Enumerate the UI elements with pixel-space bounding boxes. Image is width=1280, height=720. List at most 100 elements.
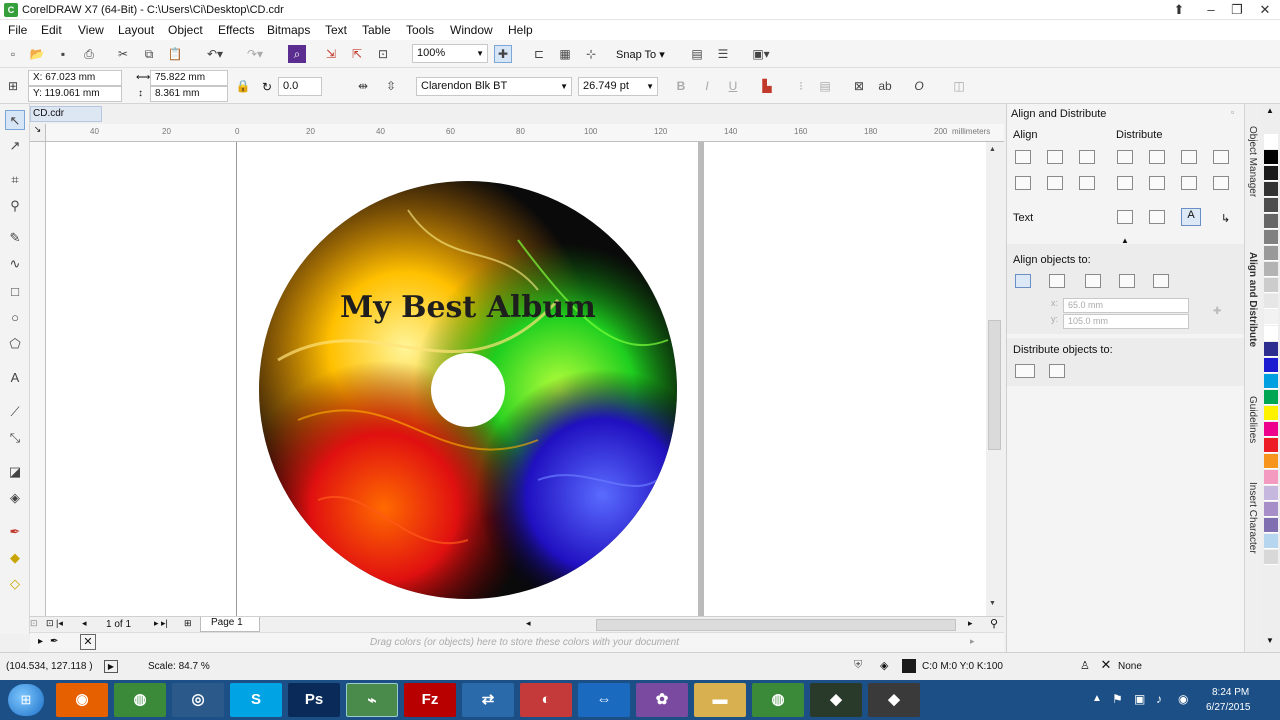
page-first-icon[interactable]: ⊡ |◂ xyxy=(46,618,63,629)
photoshop-icon[interactable]: Ps xyxy=(288,683,340,717)
firefox-icon[interactable]: ◉ xyxy=(56,683,108,717)
tray-network-icon[interactable]: ◉ xyxy=(1178,692,1188,706)
palette-swatch[interactable] xyxy=(1264,150,1278,165)
rotation-field[interactable]: 0.0 xyxy=(278,77,322,96)
color-proof-icon[interactable]: ⛨ xyxy=(854,659,862,672)
distribute-center-icon[interactable] xyxy=(1149,150,1165,164)
menu-table[interactable]: Table xyxy=(362,23,391,37)
chrome-icon[interactable]: ◍ xyxy=(114,683,166,717)
document-tab[interactable]: CD.cdr xyxy=(30,106,102,122)
align-y-field[interactable]: 105.0 mm xyxy=(1063,314,1189,329)
font-list-select[interactable]: Clarendon Blk BT ▼ xyxy=(416,77,572,96)
width-field[interactable]: 75.822 mm xyxy=(150,70,228,86)
italic-icon[interactable]: I xyxy=(698,77,716,95)
tray-flag-icon[interactable]: ⚑ xyxy=(1112,692,1123,706)
palette-swatch[interactable] xyxy=(1264,470,1278,485)
text-tool-icon[interactable]: A xyxy=(5,368,25,388)
menu-window[interactable]: Window xyxy=(450,23,493,37)
drawing-canvas[interactable]: My Best Album xyxy=(46,142,986,616)
align-left-icon[interactable] xyxy=(1015,150,1031,164)
tab-object-manager[interactable]: Object Manager xyxy=(1247,126,1258,197)
full-screen-preview-icon[interactable]: ✚ xyxy=(494,45,512,63)
menu-object[interactable]: Object xyxy=(168,23,203,37)
palette-swatch[interactable] xyxy=(1264,406,1278,421)
rectangle-tool-icon[interactable]: □ xyxy=(5,282,25,302)
welcome-screen-icon[interactable]: ▤ xyxy=(688,45,706,63)
distribute-top-icon[interactable] xyxy=(1117,176,1133,190)
object-origin-icon[interactable]: ⊞ xyxy=(4,77,22,95)
parallel-dimension-icon[interactable]: ⟋ xyxy=(5,402,25,422)
explorer-icon[interactable]: ▬ xyxy=(694,683,746,717)
ccleaner-icon[interactable]: ◐ xyxy=(520,683,572,717)
palette-scroll-icon[interactable]: ▸ xyxy=(970,636,975,647)
snap-to-dropdown[interactable]: Snap To ▾ xyxy=(616,48,665,61)
network-icon[interactable]: ⇄ xyxy=(462,683,514,717)
paint-icon[interactable]: ✿ xyxy=(636,683,688,717)
interactive-fill-icon[interactable]: ◆ xyxy=(5,548,25,568)
font-size-select[interactable]: 26.749 pt ▼ xyxy=(578,77,658,96)
outline-pen-icon[interactable]: ♙ xyxy=(1080,659,1090,672)
connector-tool-icon[interactable]: ⤡ xyxy=(5,428,25,448)
show-guidelines-icon[interactable]: ⊹ xyxy=(582,45,600,63)
text-properties-icon[interactable]: ⊠ xyxy=(850,77,868,95)
tray-expand-icon[interactable]: ▲ xyxy=(1092,693,1102,704)
redo-icon[interactable]: ↷▾ xyxy=(240,45,270,63)
vertical-scroll-thumb[interactable] xyxy=(988,320,1001,450)
application-launcher-icon[interactable]: ▣▾ xyxy=(746,45,776,63)
align-center-h-icon[interactable] xyxy=(1047,150,1063,164)
bullet-list-icon[interactable]: ⁝ xyxy=(792,77,810,95)
distribute-right-icon[interactable] xyxy=(1213,150,1229,164)
maximize-button[interactable]: ❐ xyxy=(1224,1,1250,19)
align-center-v-icon[interactable] xyxy=(1047,176,1063,190)
distribute-spacing-h-icon[interactable] xyxy=(1181,150,1197,164)
tray-volume-icon[interactable]: ♪ xyxy=(1156,692,1162,706)
palette-up-icon[interactable]: ▲ xyxy=(1266,106,1274,115)
distribute-left-icon[interactable] xyxy=(1117,150,1133,164)
palette-swatch[interactable] xyxy=(1264,358,1278,373)
extent-of-page-icon[interactable] xyxy=(1049,364,1065,378)
paste-icon[interactable]: 📋 xyxy=(166,45,184,63)
status-play-icon[interactable]: ▶ xyxy=(104,660,118,673)
underline-icon[interactable]: U xyxy=(724,77,742,95)
menu-edit[interactable]: Edit xyxy=(41,23,62,37)
page-prev-icon[interactable]: ◂ xyxy=(82,618,87,629)
menu-tools[interactable]: Tools xyxy=(406,23,434,37)
distribute-middle-icon[interactable] xyxy=(1149,176,1165,190)
vertical-ruler[interactable] xyxy=(30,142,46,616)
import-icon[interactable]: ⇲ xyxy=(322,45,340,63)
text-bounding-box-icon[interactable]: A xyxy=(1181,208,1201,226)
close-button[interactable]: ✕ xyxy=(1252,1,1278,19)
menu-view[interactable]: View xyxy=(78,23,104,37)
menu-effects[interactable]: Effects xyxy=(218,23,254,37)
shape-tool-icon[interactable]: ↗ xyxy=(5,136,25,156)
palette-swatch[interactable] xyxy=(1264,342,1278,357)
specified-point-icon[interactable] xyxy=(1153,274,1169,288)
artistic-media-icon[interactable]: ∿ xyxy=(5,254,25,274)
distribute-spacing-v-icon[interactable] xyxy=(1181,176,1197,190)
palette-swatch[interactable] xyxy=(1264,390,1278,405)
palette-swatch[interactable] xyxy=(1264,438,1278,453)
align-top-icon[interactable] xyxy=(1015,176,1031,190)
docker-close-icon[interactable]: ▫ xyxy=(1231,107,1234,117)
app-two-icon[interactable]: ◆ xyxy=(868,683,920,717)
no-color-swatch[interactable]: ✕ xyxy=(80,634,96,650)
lock-ratio-icon[interactable]: 🔒 xyxy=(234,77,252,95)
vertical-scrollbar[interactable]: ▲ ▼ xyxy=(986,142,1004,616)
palette-swatch[interactable] xyxy=(1264,214,1278,229)
palette-swatch[interactable] xyxy=(1264,422,1278,437)
palette-swatch[interactable] xyxy=(1264,166,1278,181)
crop-tool-icon[interactable]: ⌗ xyxy=(5,170,25,190)
tray-date[interactable]: 6/27/2015 xyxy=(1206,702,1251,713)
filezilla-icon[interactable]: Fz xyxy=(404,683,456,717)
distribute-bottom-icon[interactable] xyxy=(1213,176,1229,190)
ellipse-tool-icon[interactable]: ○ xyxy=(5,308,25,328)
mirror-horizontal-icon[interactable]: ⇹ xyxy=(354,77,372,95)
copy-icon[interactable]: ⧉ xyxy=(140,45,158,63)
tab-insert-character[interactable]: Insert Character xyxy=(1247,482,1258,554)
transparency-icon[interactable]: ◈ xyxy=(5,488,25,508)
palette-swatch[interactable] xyxy=(1264,454,1278,469)
pick-tool-icon[interactable]: ↖ xyxy=(5,110,25,130)
save-icon[interactable]: ▪ xyxy=(54,45,72,63)
tray-time[interactable]: 8:24 PM xyxy=(1212,687,1249,698)
tab-align-distribute[interactable]: Align and Distribute xyxy=(1247,252,1258,347)
